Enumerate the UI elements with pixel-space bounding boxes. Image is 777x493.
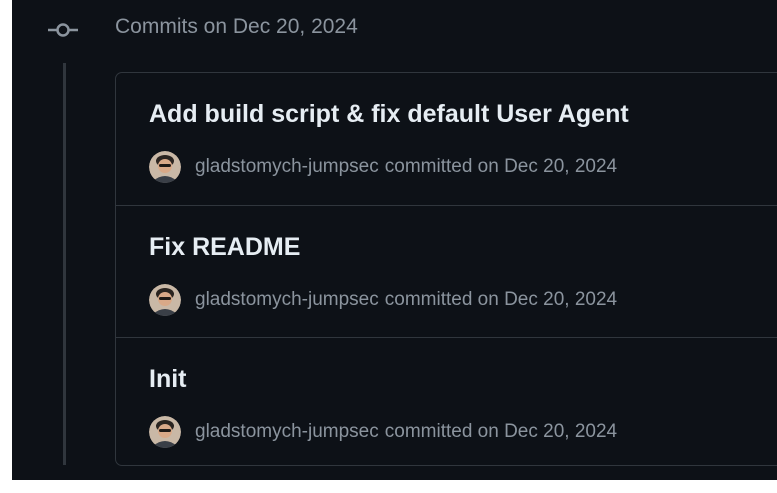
commit-author-link[interactable]: gladstomych-jumpsec [195,156,379,178]
commit-date: committed on Dec 20, 2024 [384,156,618,177]
commit-row: Add build script & fix default User Agen… [116,73,777,205]
commit-title-link[interactable]: Init [149,365,187,394]
commit-row: Fix README gladstomych-jumpsec committed… [116,205,777,337]
commit-meta: gladstomych-jumpsec committed on Dec 20,… [149,416,617,448]
commit-author-link[interactable]: gladstomych-jumpsec [195,421,379,443]
commit-date: committed on Dec 20, 2024 [384,421,618,442]
avatar-icon[interactable] [149,284,181,316]
commit-list: Add build script & fix default User Agen… [115,72,777,466]
avatar-icon[interactable] [149,151,181,183]
commit-meta: gladstomych-jumpsec committed on Dec 20,… [149,284,617,316]
avatar-icon[interactable] [149,416,181,448]
commit-meta: gladstomych-jumpsec committed on Dec 20,… [149,151,617,183]
commit-group-header: Commits on Dec 20, 2024 [12,0,777,60]
git-commit-icon [48,21,78,39]
timeline-line [63,63,66,465]
commit-author-link[interactable]: gladstomych-jumpsec [195,289,379,311]
commit-date: committed on Dec 20, 2024 [384,289,618,310]
commit-history-panel: Commits on Dec 20, 2024 Add build script… [12,0,777,480]
commit-title-link[interactable]: Add build script & fix default User Agen… [149,100,629,129]
commit-row: Init gladstomych-jumpsec committed on De… [116,337,777,465]
commit-title-link[interactable]: Fix README [149,233,300,262]
commit-group-title: Commits on Dec 20, 2024 [115,15,358,38]
